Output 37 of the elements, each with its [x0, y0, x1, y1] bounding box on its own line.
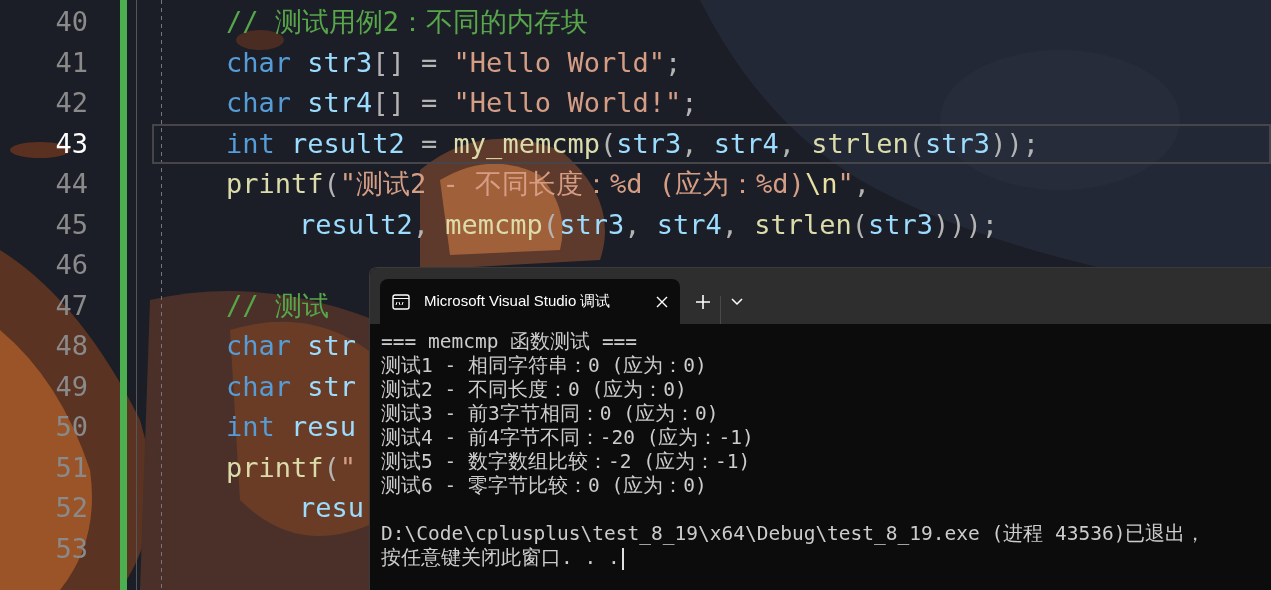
code-comment: // 测试用例2：不同的内存块: [226, 5, 589, 39]
plus-icon[interactable]: [696, 294, 710, 309]
console-output-line: === memcmp 函数测试 ===: [381, 330, 638, 354]
console-output-line: 按任意键关闭此窗口. . .: [381, 546, 620, 570]
console-output-line: 测试4 - 前4字节不同：-20 (应为：-1): [381, 426, 754, 450]
line-number: 46: [55, 248, 88, 282]
chevron-down-icon[interactable]: [731, 297, 743, 306]
console-tab[interactable]: Microsoft Visual Studio 调试: [380, 279, 680, 324]
code-line: result2, memcmp(str3, str4, strlen(str3)));: [299, 207, 999, 242]
terminal-icon: [392, 293, 410, 310]
line-number: 40: [55, 5, 88, 39]
console-output-line: 测试6 - 零字节比较：0 (应为：0): [381, 474, 707, 498]
code-line: printf(": [226, 450, 357, 485]
console-output-line: 测试5 - 数字数组比较：-2 (应为：-1): [381, 450, 751, 474]
console-output-line: D:\Code\cplusplus\test_8_19\x64\Debug\test_8_19.exe (进程 43536)已退出，: [381, 522, 1206, 546]
line-number: 45: [55, 207, 88, 242]
console-output-line: 测试2 - 不同长度：0 (应为：0): [381, 378, 687, 402]
code-line: char str: [226, 329, 357, 363]
code-line: int result2 = my_memcmp(str3, str4, strlen(str3));: [226, 126, 1039, 161]
line-number: 48: [55, 329, 88, 363]
line-number: 42: [55, 86, 88, 120]
line-number: 49: [55, 369, 88, 404]
close-icon[interactable]: [656, 295, 668, 308]
line-number: 52: [55, 491, 88, 525]
text-cursor: [621, 547, 624, 570]
code-line: char str: [226, 369, 357, 404]
console-output-line: 测试3 - 前3字节相同：0 (应为：0): [381, 402, 719, 426]
code-comment: // 测试: [226, 288, 329, 323]
line-number: 43: [55, 126, 88, 161]
line-number: 51: [55, 450, 88, 485]
code-line: resu: [299, 491, 365, 525]
code-line: char str4[] = "Hello World!";: [226, 86, 698, 120]
code-line: int resu: [226, 410, 357, 444]
line-number: 41: [55, 45, 88, 80]
console-output-line: 测试1 - 相同字符串：0 (应为：0): [381, 354, 707, 378]
line-number: 44: [55, 167, 88, 201]
code-line: char str3[] = "Hello World";: [226, 45, 682, 80]
